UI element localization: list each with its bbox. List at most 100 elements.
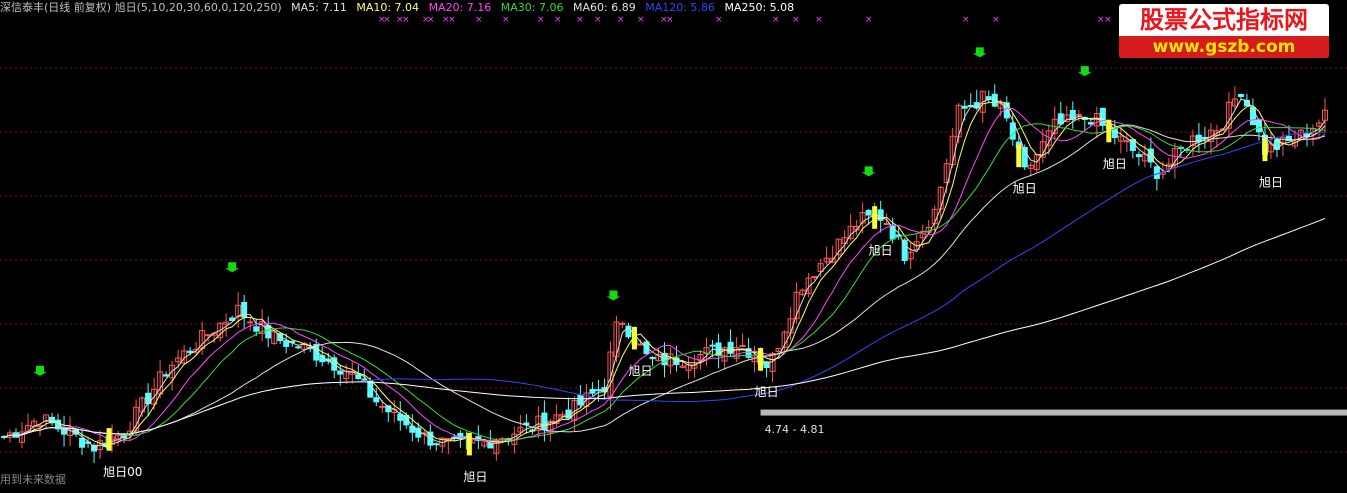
candle-body [145,392,152,405]
candle-body [1249,107,1256,126]
top-marker: × [537,15,545,25]
signal-bar [106,428,112,451]
candle-body [1153,166,1160,179]
candle-body [739,344,746,347]
top-marker: × [554,15,562,25]
watermark-title: 股票公式指标网 [1140,6,1308,34]
candle-body [811,276,818,279]
stock-name: 深信泰丰(日线 前复权) 旭日(5,10,20,30,60,0,120,250) [0,1,282,14]
candle-body [79,437,86,448]
signal-label: 旭日 [1013,182,1037,196]
signal-label: 旭日 [1259,176,1283,190]
candle-body [577,394,584,406]
ma5-value: MA5: 7.11 [291,1,347,14]
signal-bar [1106,119,1112,143]
top-marker: × [427,15,435,25]
signal-bar [758,348,764,371]
candle-body [961,105,968,109]
candle-body [265,325,272,339]
top-marker: × [715,15,723,25]
top-marker: × [402,15,410,25]
watermark-logo: 股票公式指标网 www.gszb.com [1119,4,1329,58]
top-marker: × [448,15,456,25]
top-marker: × [475,15,483,25]
candle-body [1057,113,1064,125]
candle-body [865,209,872,216]
price-zone-band [760,409,1347,416]
kline-chart: 4.74 - 4.81旭日00 旭日旭日旭日旭日旭日旭日旭日×× ×× ×× ×× × × ×… [0,15,1347,484]
ma10-value: MA10: 7.04 [356,1,420,14]
top-marker: × [1104,15,1112,25]
top-marker: × [637,15,645,25]
candle-body [1099,107,1106,126]
top-marker: × [792,15,800,25]
top-marker: × [992,15,1000,25]
ma-line [3,123,1326,441]
candle-body [649,356,656,360]
top-marker: × [594,15,602,25]
peak-arrow-icon [1077,66,1092,77]
candle-body [589,389,596,394]
candle-body [637,343,644,346]
candle-body [487,442,494,449]
candle-body [373,397,380,403]
ma-line [3,131,1326,438]
signal-label: 旭日00 [103,465,142,479]
candle-body [163,374,170,377]
ma-line [3,124,1326,438]
signal-label: 旭日 [1103,157,1127,171]
top-marker: × [666,15,674,25]
signal-bar [872,206,878,229]
candle-body [883,223,890,226]
candle-body [1087,122,1094,125]
candle-body [433,443,440,446]
signal-label: 旭日 [755,385,779,399]
peak-arrow-icon [606,290,621,301]
ma120-value: MA120: 5.86 [645,1,715,14]
ma60-value: MA60: 6.89 [573,1,636,14]
ma20-value: MA20: 7.16 [428,1,492,14]
candle-body [187,350,194,354]
signal-bar [1016,144,1022,168]
signal-bar [466,432,472,456]
candle-body [337,370,344,375]
candle-body [595,389,602,392]
candle-body [901,239,908,261]
candle-body [541,412,548,431]
candle-body [619,322,626,325]
peak-arrow-icon [33,365,48,376]
peak-arrow-icon [972,47,987,58]
top-marker: × [865,15,873,25]
signal-label: 旭日 [628,364,652,378]
top-marker: × [576,15,584,25]
top-marker: × [962,15,970,25]
peak-arrow-icon [861,166,876,177]
candle-body [253,326,260,332]
candle-body [1075,113,1082,116]
signal-label: 旭日 [869,243,893,257]
watermark-url: www.gszb.com [1119,36,1329,58]
signal-bar [1262,138,1268,162]
top-marker: × [772,15,780,25]
candle-body [1123,140,1130,143]
candle-body [205,334,212,337]
candle-body [295,346,302,349]
candle-body [247,321,254,324]
chart-header: 深信泰丰(日线 前复权) 旭日(5,10,20,30,60,0,120,250)… [0,0,800,16]
candle-body [1135,154,1142,158]
top-marker: × [383,15,391,25]
candle-body [1237,94,1244,98]
top-marker: × [502,15,510,25]
candle-body [283,340,290,347]
candle-body [355,374,362,380]
footer-note: 用到未来数据 [0,473,66,486]
top-marker: × [617,15,625,25]
top-marker: × [815,15,823,25]
ma250-value: MA250: 5.08 [724,1,795,14]
price-zone-label: 4.74 - 4.81 [765,423,825,436]
signal-bar [631,326,637,350]
candle-body [379,405,386,408]
candle-body [709,344,716,347]
ma30-value: MA30: 7.06 [500,1,564,14]
signal-label: 旭日 [463,470,487,484]
